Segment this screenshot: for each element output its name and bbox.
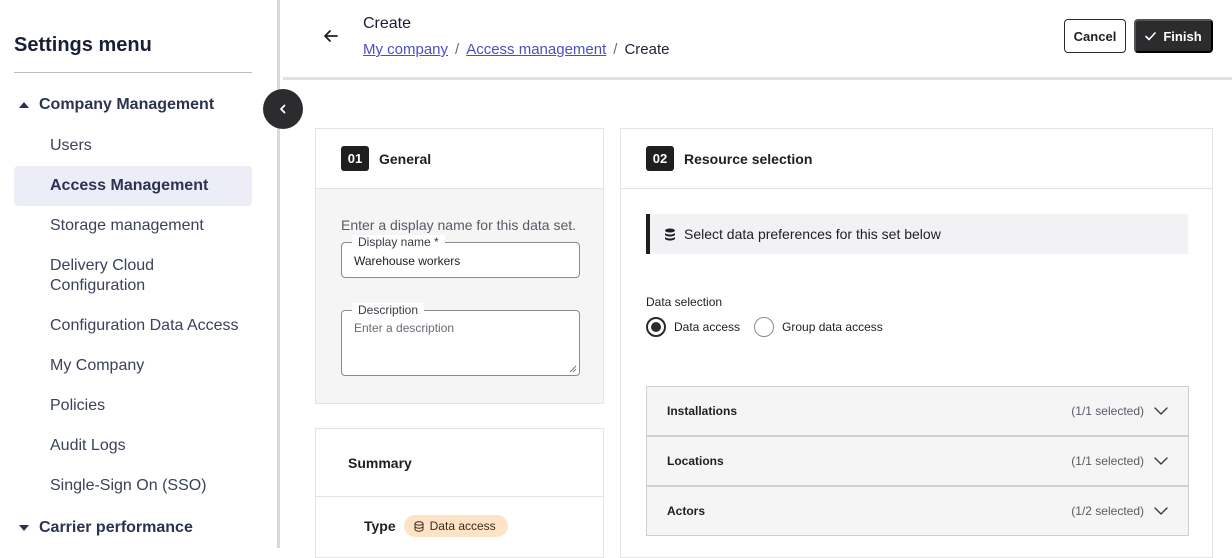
sidebar-item-label: Users [50,137,92,154]
display-name-field[interactable]: Display name * Warehouse workers [341,235,580,278]
settings-sidebar: Settings menu Company Management Users A… [0,0,280,548]
sidebar-group-label: Company Management [39,96,215,113]
cancel-button[interactable]: Cancel [1064,19,1126,53]
general-card-body: Enter a display name for this data set. … [316,189,603,403]
accordion-locations[interactable]: Locations (1/1 selected) [646,436,1189,486]
info-notice: Select data preferences for this set bel… [646,214,1188,254]
sidebar-item-policies[interactable]: Policies [14,396,252,416]
general-card-header: 01 General [316,129,603,189]
database-icon [414,520,424,532]
sidebar-group-carrier-performance[interactable]: Carrier performance [14,516,193,540]
sidebar-item-label: Storage management [50,217,204,234]
sidebar-item-label: Policies [50,397,106,414]
radio-button-checked[interactable] [646,317,666,337]
sidebar-item-configuration-data-access[interactable]: Configuration Data Access [14,316,252,336]
caret-down-icon [19,525,29,531]
summary-card-title: Summary [348,454,412,471]
back-arrow-icon[interactable] [321,26,341,46]
collapse-sidebar-button[interactable] [263,89,303,129]
description-field[interactable]: Description Enter a description [341,303,580,376]
notice-text: Select data preferences for this set bel… [684,226,941,242]
display-name-value: Warehouse workers [354,254,461,268]
summary-card-header: Summary [316,429,603,497]
sidebar-item-sso[interactable]: Single-Sign On (SSO) [14,476,252,496]
type-badge-label: Data access [429,519,496,533]
breadcrumb: My company / Access management / Create [363,41,669,58]
sidebar-item-audit-logs[interactable]: Audit Logs [14,436,252,456]
caret-up-icon [19,102,29,108]
radio-label: Group data access [782,320,883,334]
chevron-left-icon [280,104,286,114]
type-badge: Data access [403,515,508,537]
resource-card-title: Resource selection [684,150,813,167]
accordion-actors[interactable]: Actors (1/2 selected) [646,486,1189,536]
radio-option-data-access[interactable]: Data access [646,317,740,337]
database-icon [665,228,675,240]
page-title: Create [363,15,412,32]
radio-label: Data access [674,320,741,334]
sidebar-item-delivery-cloud-configuration[interactable]: Delivery Cloud Configuration [14,256,252,296]
sidebar-group-company-management[interactable]: Company Management [14,93,214,117]
accordion-count: (1/2 selected) [1071,504,1144,518]
radio-option-group-data-access[interactable]: Group data access [754,317,883,337]
accordion-count: (1/1 selected) [1071,454,1144,468]
finish-button-label: Finish [1163,28,1202,44]
accordion-title: Actors [667,504,706,518]
data-selection-radio-group: Data access Group data access [646,317,897,337]
accordion-count: (1/1 selected) [1071,404,1144,418]
sidebar-item-label: Single-Sign On (SSO) [50,477,207,494]
sidebar-item-my-company[interactable]: My Company [14,356,252,376]
finish-button[interactable]: Finish [1134,19,1213,53]
chevron-down-icon [1154,457,1168,465]
breadcrumb-access-management[interactable]: Access management [466,41,606,58]
sidebar-item-label: Configuration Data Access [50,317,239,334]
sidebar-title: Settings menu [14,34,152,56]
accordion-installations[interactable]: Installations (1/1 selected) [646,386,1189,436]
summary-type-row: Type Data access [364,515,508,537]
sidebar-divider [14,72,252,73]
sidebar-item-users[interactable]: Users [14,136,252,156]
sidebar-item-storage-management[interactable]: Storage management [14,216,252,236]
sidebar-item-access-management[interactable]: Access Management [14,166,252,206]
data-selection-label: Data selection [646,295,723,309]
summary-card: Summary Type Data access [315,428,604,558]
breadcrumb-current: Create [624,41,670,58]
check-icon [1145,31,1157,40]
radio-dot [651,322,661,332]
resource-card-header: 02 Resource selection [621,129,1212,189]
sidebar-item-label: My Company [50,357,145,374]
resize-grip-icon[interactable] [569,365,577,373]
sidebar-group-label: Carrier performance [39,519,193,536]
breadcrumb-my-company[interactable]: My company [363,41,448,58]
display-name-label: Display name * [352,235,445,249]
sidebar-item-label: Access Management [50,177,209,194]
page-header: Create My company / Access management / … [283,0,1232,80]
breadcrumb-separator: / [455,41,460,58]
chevron-down-icon [1154,507,1168,515]
general-card: 01 General Enter a display name for this… [315,128,604,404]
breadcrumb-separator: / [613,41,618,58]
description-placeholder: Enter a description [354,321,455,335]
resource-selection-card: 02 Resource selection Select data prefer… [620,128,1213,558]
accordion-title: Locations [667,454,724,468]
general-card-title: General [379,150,432,167]
sidebar-item-label: Delivery Cloud Configuration [50,257,155,294]
radio-button[interactable] [754,317,775,337]
description-label: Description [352,303,425,317]
sidebar-item-label: Audit Logs [50,437,126,454]
summary-type-label: Type [364,518,396,534]
chevron-down-icon [1154,407,1168,415]
step-badge: 01 [341,146,369,171]
general-hint: Enter a display name for this data set. [341,217,577,233]
step-badge: 02 [646,146,674,171]
accordion-title: Installations [667,404,738,418]
